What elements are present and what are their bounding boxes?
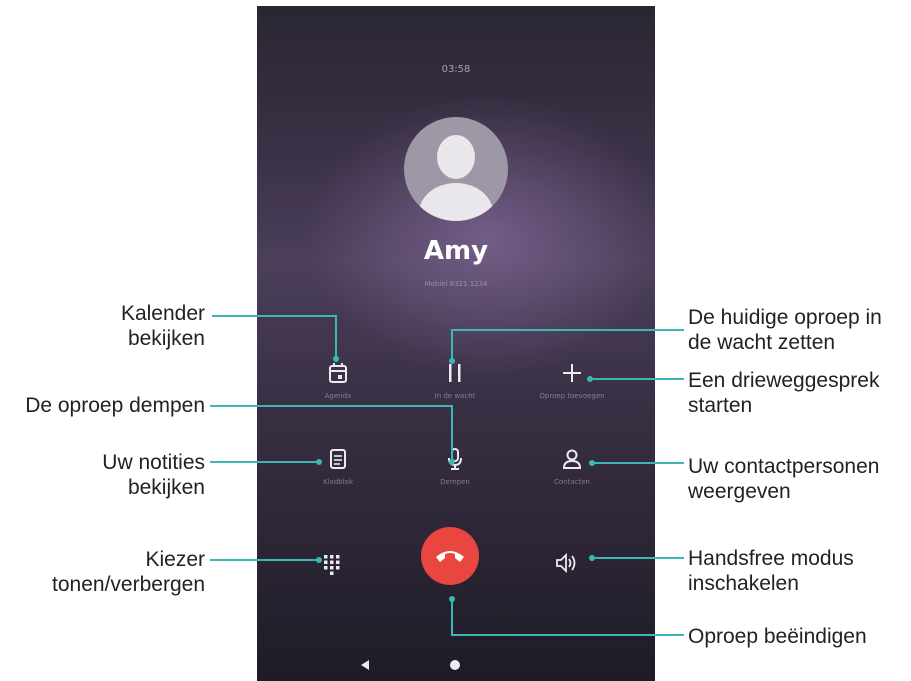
end-call-icon (436, 551, 464, 562)
add-call-label: Oproep toevoegen (539, 392, 605, 400)
callout-dialpad: Kiezer tonen/verbergen (52, 548, 205, 596)
callout-mute: De oproep dempen (25, 394, 205, 417)
speaker-icon[interactable] (555, 552, 579, 579)
mute-button[interactable]: Dempen (405, 448, 505, 486)
notes-label: Kladblok (323, 478, 353, 486)
contacts-button[interactable]: Contacten (522, 448, 622, 486)
contact-name: Amy (423, 236, 489, 266)
hold-label: In de wacht (434, 392, 476, 400)
callout-contacts: Uw contactpersonen weergeven (688, 455, 880, 503)
contacts-label: Contacten (554, 478, 590, 486)
callout-calendar: Kalender bekijken (120, 302, 205, 350)
callout-add-call: Een drieweggesprek starten (688, 369, 880, 417)
pause-icon (405, 362, 505, 388)
end-call-button[interactable] (421, 527, 479, 585)
contact-info: Mobiel 8321 1234 (424, 280, 488, 288)
contact-avatar (404, 117, 508, 221)
callout-notes: Uw notities bekijken (102, 451, 205, 499)
dialpad-icon[interactable] (323, 554, 341, 580)
plus-icon (522, 362, 622, 388)
mute-label: Dempen (440, 478, 470, 486)
home-icon[interactable] (450, 660, 460, 670)
add-call-button[interactable]: Oproep toevoegen (522, 362, 622, 400)
contact-icon (522, 448, 622, 474)
back-icon[interactable] (361, 660, 369, 670)
callout-end-call: Oproep beëindigen (688, 625, 867, 648)
agenda-button[interactable]: Agenda (288, 362, 388, 400)
microphone-icon (405, 448, 505, 474)
phone-screen: 03:58 Amy Mobiel 8321 1234 Agenda In de … (257, 6, 655, 681)
callout-speaker: Handsfree modus inschakelen (688, 547, 854, 595)
call-duration: 03:58 (441, 64, 471, 75)
calendar-icon (288, 362, 388, 388)
notes-button[interactable]: Kladblok (288, 448, 388, 486)
agenda-label: Agenda (324, 392, 352, 400)
callout-hold: De huidige oproep in de wacht zetten (688, 306, 882, 354)
hold-button[interactable]: In de wacht (405, 362, 505, 400)
